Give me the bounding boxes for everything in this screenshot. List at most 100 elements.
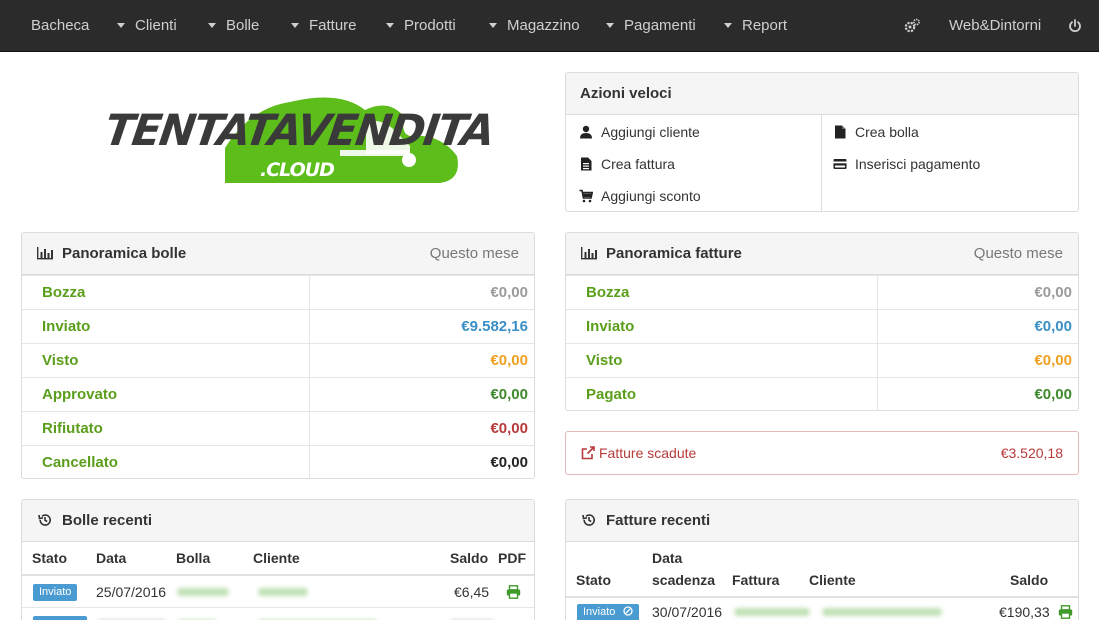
redacted-invoice-number — [734, 608, 810, 616]
col-header-status[interactable]: Stato — [32, 550, 67, 566]
create-delivery-note-action[interactable]: Crea bolla — [833, 122, 919, 142]
quick-actions-panel: Azioni veloci Aggiungi cliente Crea fatt… — [565, 72, 1079, 212]
overview-row[interactable]: Pagato €0,00 — [566, 377, 1078, 410]
add-discount-label: Aggiungi sconto — [601, 188, 701, 204]
period-label: Questo mese — [429, 245, 519, 262]
status-amount: €0,00 — [490, 386, 528, 403]
overview-row[interactable]: Visto €0,00 — [22, 343, 534, 377]
delivery-notes-overview-header: Panoramica bolle Questo mese — [22, 233, 534, 275]
nav-fatture[interactable]: Fatture — [291, 0, 357, 52]
print-icon[interactable] — [1058, 605, 1073, 619]
nav-bolle[interactable]: Bolle — [208, 0, 259, 52]
overdue-invoices-label: Fatture scadute — [599, 445, 697, 461]
status-label: Rifiutato — [42, 420, 103, 437]
col-header-invoice[interactable]: Fattura — [732, 572, 779, 588]
redacted-client-name — [822, 608, 942, 616]
row-due-date: 30/07/2016 — [652, 604, 723, 620]
nav-magazzino[interactable]: Magazzino — [489, 0, 580, 52]
col-header-date[interactable]: Data — [96, 550, 126, 566]
chevron-down-icon — [208, 22, 216, 28]
overview-row[interactable]: Visto €0,00 — [566, 343, 1078, 377]
quick-actions-header: Azioni veloci — [566, 73, 1078, 115]
quick-actions-left: Aggiungi cliente Crea fattura Aggiungi s… — [566, 115, 822, 211]
top-navbar: Bacheca Clienti Bolle Fatture Prodotti M… — [0, 0, 1099, 52]
overdue-invoices-box[interactable]: Fatture scadute €3.520,18 — [565, 431, 1079, 475]
redacted-client-name — [258, 588, 308, 596]
nav-pagamenti-label: Pagamenti — [624, 17, 696, 34]
table-row[interactable]: Inviato 25/07/2016 €6,45 — [22, 576, 534, 608]
col-header-client[interactable]: Cliente — [809, 572, 856, 588]
col-header-balance[interactable]: Saldo — [1010, 572, 1048, 588]
status-badge: Inviato — [577, 604, 640, 620]
status-label: Inviato — [42, 318, 91, 335]
invoices-overview-panel: Panoramica fatture Questo mese Bozza €0,0… — [565, 232, 1079, 411]
recent-delivery-notes-panel: Bolle recenti Stato Data Bolla Cliente S… — [21, 499, 535, 620]
status-amount: €0,00 — [1034, 318, 1072, 335]
chevron-down-icon — [489, 22, 497, 28]
cogs-icon — [904, 18, 920, 33]
overview-row[interactable]: Cancellato €0,00 — [22, 445, 534, 478]
add-payment-action[interactable]: Inserisci pagamento — [833, 154, 980, 174]
logo-text-main: TENTATAVENDITA — [101, 106, 497, 156]
status-badge-label: Inviato — [583, 606, 616, 618]
user-icon — [580, 126, 592, 139]
recent-delivery-notes-header: Bolle recenti — [22, 500, 534, 542]
status-amount: €0,00 — [490, 352, 528, 369]
company-menu[interactable]: Web&Dintorni — [949, 0, 1041, 52]
status-label: Bozza — [586, 284, 630, 301]
table-row[interactable]: Inviato 30/07/2016 €190,33 — [566, 598, 1078, 620]
overview-row[interactable]: Rifiutato €0,00 — [22, 411, 534, 445]
company-name: Web&Dintorni — [949, 17, 1042, 34]
status-amount: €0,00 — [490, 454, 528, 471]
logout-button[interactable] — [1068, 0, 1082, 52]
logo-text-sub: .CLOUD — [260, 159, 335, 181]
nav-bolle-label: Bolle — [226, 17, 260, 34]
col-header-status[interactable]: Stato — [576, 572, 611, 588]
nav-magazzino-label: Magazzino — [507, 17, 580, 34]
nav-prodotti[interactable]: Prodotti — [386, 0, 456, 52]
print-icon[interactable] — [506, 585, 521, 599]
status-badge — [33, 616, 87, 620]
status-amount: €0,00 — [490, 284, 528, 301]
recent-invoices-title: Fatture recenti — [606, 512, 711, 529]
quick-actions-right: Crea bolla Inserisci pagamento — [822, 115, 1078, 211]
col-header-due-date-line1[interactable]: Data — [652, 550, 682, 566]
create-invoice-label: Crea fattura — [601, 156, 675, 172]
col-header-client[interactable]: Cliente — [253, 550, 300, 566]
nav-pagamenti[interactable]: Pagamenti — [606, 0, 696, 52]
settings-menu[interactable] — [903, 0, 921, 52]
col-header-due-date-line2[interactable]: scadenza — [652, 572, 715, 588]
overview-row[interactable]: Bozza €0,00 — [22, 275, 534, 309]
overview-row[interactable]: Inviato €9.582,16 — [22, 309, 534, 343]
credit-card-icon — [833, 159, 847, 170]
status-amount: €0,00 — [1034, 284, 1072, 301]
create-invoice-action[interactable]: Crea fattura — [579, 154, 675, 174]
cart-icon — [579, 189, 594, 203]
nav-report-label: Report — [742, 17, 788, 34]
add-payment-label: Inserisci pagamento — [855, 156, 981, 172]
ban-icon — [623, 606, 634, 616]
add-discount-action[interactable]: Aggiungi sconto — [579, 186, 701, 206]
nav-bacheca-label: Bacheca — [31, 17, 90, 34]
create-delivery-note-label: Crea bolla — [855, 124, 919, 140]
quick-actions-title: Azioni veloci — [580, 85, 672, 102]
table-row[interactable] — [22, 609, 534, 620]
add-client-action[interactable]: Aggiungi cliente — [579, 122, 700, 142]
nav-report[interactable]: Report — [724, 0, 787, 52]
nav-clienti-label: Clienti — [135, 17, 177, 34]
overview-row[interactable]: Approvato €0,00 — [22, 377, 534, 411]
overview-row[interactable]: Inviato €0,00 — [566, 309, 1078, 343]
status-label: Pagato — [586, 386, 637, 403]
col-header-pdf: PDF — [498, 550, 526, 566]
chevron-down-icon — [291, 22, 299, 28]
nav-clienti[interactable]: Clienti — [117, 0, 177, 52]
col-header-delivery-note[interactable]: Bolla — [176, 550, 210, 566]
status-label: Bozza — [42, 284, 86, 301]
overview-row[interactable]: Bozza €0,00 — [566, 275, 1078, 309]
nav-bacheca[interactable]: Bacheca — [31, 0, 89, 52]
recent-delivery-notes-title: Bolle recenti — [62, 512, 153, 529]
file-icon — [581, 157, 592, 171]
status-label: Cancellato — [42, 454, 118, 471]
chevron-down-icon — [724, 22, 732, 28]
col-header-balance[interactable]: Saldo — [450, 550, 488, 566]
